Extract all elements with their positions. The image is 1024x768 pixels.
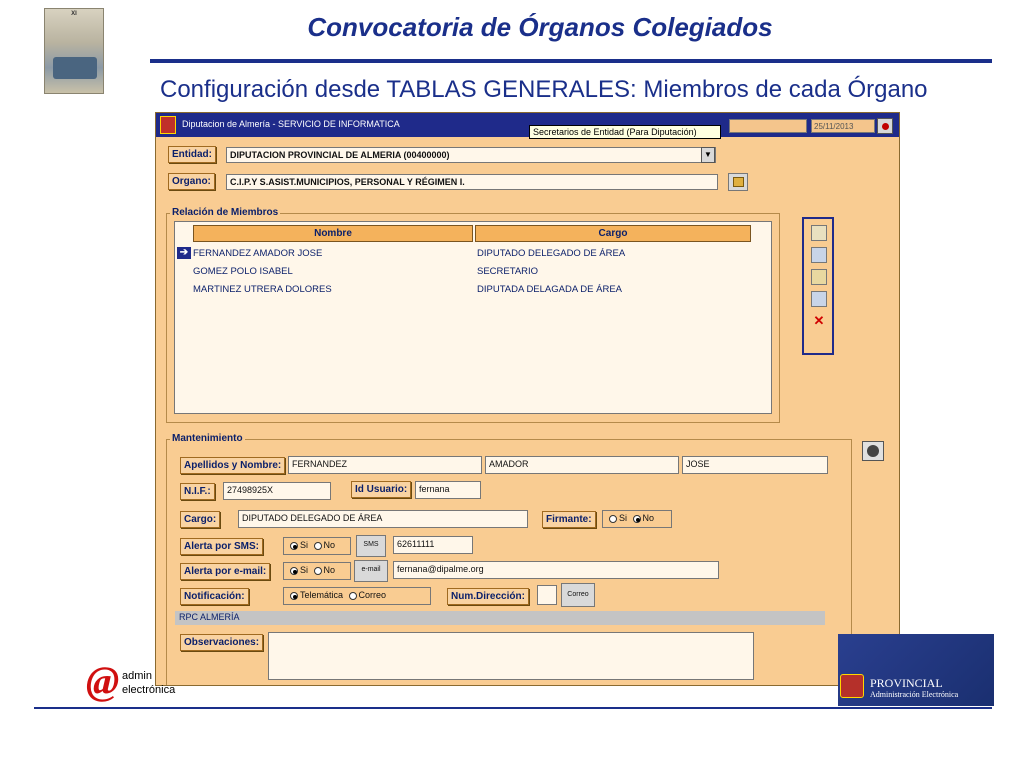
members-group-title: Relación de Miembros: [170, 207, 281, 218]
email-si-label: Si: [300, 565, 309, 575]
save-icon[interactable]: [811, 247, 827, 263]
nif-field[interactable]: 27498925X: [223, 482, 331, 500]
edit-icon[interactable]: [811, 269, 827, 285]
rpc-status-bar: RPC ALMERÍA: [175, 611, 825, 625]
entidad-select[interactable]: DIPUTACION PROVINCIAL DE ALMERIA (004000…: [226, 147, 716, 163]
sms-button[interactable]: SMS: [356, 535, 386, 557]
sms-number-field[interactable]: 62611111: [393, 536, 473, 554]
notif-correo-radio[interactable]: [348, 591, 357, 600]
coat-of-arms-icon: [840, 674, 864, 698]
apellidos-label: Apellidos y Nombre:: [180, 457, 286, 474]
notif-telematica-label: Telemática: [300, 590, 344, 600]
notificacion-radio-group: Telemática Correo: [283, 587, 431, 605]
email-si-radio[interactable]: [290, 566, 298, 575]
logo-line-2: electrónica: [122, 684, 176, 696]
footer-divider: [34, 707, 992, 709]
nif-label: N.I.F.:: [180, 483, 215, 500]
exit-icon: [882, 123, 889, 130]
record-icon: [867, 445, 879, 457]
table-cell-nombre[interactable]: GOMEZ POLO ISABEL: [193, 266, 293, 277]
table-cell-cargo[interactable]: DIPUTADO DELEGADO DE ÁREA: [477, 248, 625, 259]
apellido2-field[interactable]: AMADOR: [485, 456, 679, 474]
email-no-label: No: [323, 565, 336, 575]
at-sign-icon: @: [86, 658, 120, 703]
column-header-cargo[interactable]: Cargo: [475, 225, 751, 242]
cargo-label: Cargo:: [180, 511, 221, 528]
new-icon[interactable]: [811, 225, 827, 241]
firmante-no-label: No: [642, 513, 655, 523]
provincial-logo: PROVINCIAL Administración Electrónica: [838, 634, 994, 706]
provincial-logo-line-1: PROVINCIAL: [870, 676, 943, 690]
table-cell-cargo[interactable]: DIPUTADA DELAGADA DE ÁREA: [477, 284, 622, 295]
firmante-label: Firmante:: [542, 511, 596, 528]
tooltip: Secretarios de Entidad (Para Diputación): [529, 125, 721, 139]
sms-si-label: Si: [300, 540, 309, 550]
admin-electronica-logo: @ admin electrónica: [86, 660, 196, 704]
title-divider: [150, 59, 992, 63]
maintenance-action-button[interactable]: [862, 441, 884, 461]
cargo-field[interactable]: DIPUTADO DELEGADO DE ÁREA: [238, 510, 528, 528]
organo-field[interactable]: C.I.P.Y S.ASIST.MUNICIPIOS, PERSONAL Y R…: [226, 174, 718, 190]
app-icon: [160, 116, 176, 134]
correo-button[interactable]: Correo: [561, 583, 595, 607]
slide-title: Convocatoria de Órganos Colegiados: [307, 12, 773, 42]
email-button[interactable]: e-mail: [354, 560, 388, 582]
nombre-field[interactable]: JOSE: [682, 456, 828, 474]
email-field[interactable]: fernana@dipalme.org: [393, 561, 719, 579]
slide-subtitle: Configuración desde TABLAS GENERALES: Mi…: [160, 76, 928, 103]
maintenance-group-title: Mantenimiento: [170, 433, 245, 444]
exit-button[interactable]: [877, 118, 893, 134]
members-table: Nombre Cargo ➔ FERNANDEZ AMADOR JOSE DIP…: [174, 221, 772, 414]
window-title: Diputacion de Almería - SERVICIO DE INFO…: [182, 119, 400, 129]
num-direccion-label: Num.Dirección:: [447, 588, 529, 605]
num-direccion-field[interactable]: [537, 585, 557, 605]
apellido1-field[interactable]: FERNANDEZ: [288, 456, 482, 474]
record-toolbar: ✕: [802, 217, 834, 355]
notif-telematica-radio[interactable]: [290, 591, 298, 600]
firmante-no-radio[interactable]: [632, 514, 641, 523]
sms-no-label: No: [323, 540, 336, 550]
logo-line-1: admin: [122, 670, 152, 682]
titlebar-field: [729, 119, 807, 133]
delete-icon[interactable]: ✕: [811, 313, 827, 329]
sms-label: Alerta por SMS:: [180, 538, 264, 555]
email-no-radio[interactable]: [313, 566, 322, 575]
sms-si-radio[interactable]: [290, 541, 298, 550]
thumbnail-heading: XI: [71, 11, 77, 17]
notif-correo-label: Correo: [358, 590, 387, 600]
folder-icon: [733, 177, 744, 187]
app-window: Diputacion de Almería - SERVICIO DE INFO…: [155, 112, 900, 686]
notificacion-label: Notificación:: [180, 588, 249, 605]
firmante-si-radio[interactable]: [609, 514, 617, 523]
row-pointer-icon: ➔: [177, 247, 191, 259]
firmante-radio-group: Si No: [602, 510, 672, 528]
id-usuario-label: Id Usuario:: [351, 481, 412, 498]
sms-no-radio[interactable]: [313, 541, 322, 550]
firmante-si-label: Si: [619, 513, 628, 523]
table-cell-nombre[interactable]: MARTINEZ UTRERA DOLORES: [193, 284, 332, 295]
column-header-nombre[interactable]: Nombre: [193, 225, 473, 242]
provincial-logo-line-2: Administración Electrónica: [870, 690, 959, 699]
chevron-down-icon[interactable]: ▼: [701, 147, 715, 163]
table-cell-cargo[interactable]: SECRETARIO: [477, 266, 538, 277]
date-display: 25/11/2013: [811, 119, 875, 133]
observaciones-textarea[interactable]: [268, 632, 754, 680]
thumbnail-image: XI: [44, 8, 104, 94]
entidad-label: Entidad:: [168, 146, 216, 163]
print-icon[interactable]: [811, 291, 827, 307]
observaciones-label: Observaciones:: [180, 634, 264, 651]
organo-label: Organo:: [168, 173, 215, 190]
organo-lookup-button[interactable]: [728, 173, 748, 191]
email-radio-group: Si No: [283, 562, 351, 580]
email-label: Alerta por e-mail:: [180, 563, 271, 580]
table-cell-nombre[interactable]: FERNANDEZ AMADOR JOSE: [193, 248, 322, 259]
sms-radio-group: Si No: [283, 537, 351, 555]
id-usuario-field[interactable]: fernana: [415, 481, 481, 499]
window-titlebar: Diputacion de Almería - SERVICIO DE INFO…: [156, 113, 899, 137]
